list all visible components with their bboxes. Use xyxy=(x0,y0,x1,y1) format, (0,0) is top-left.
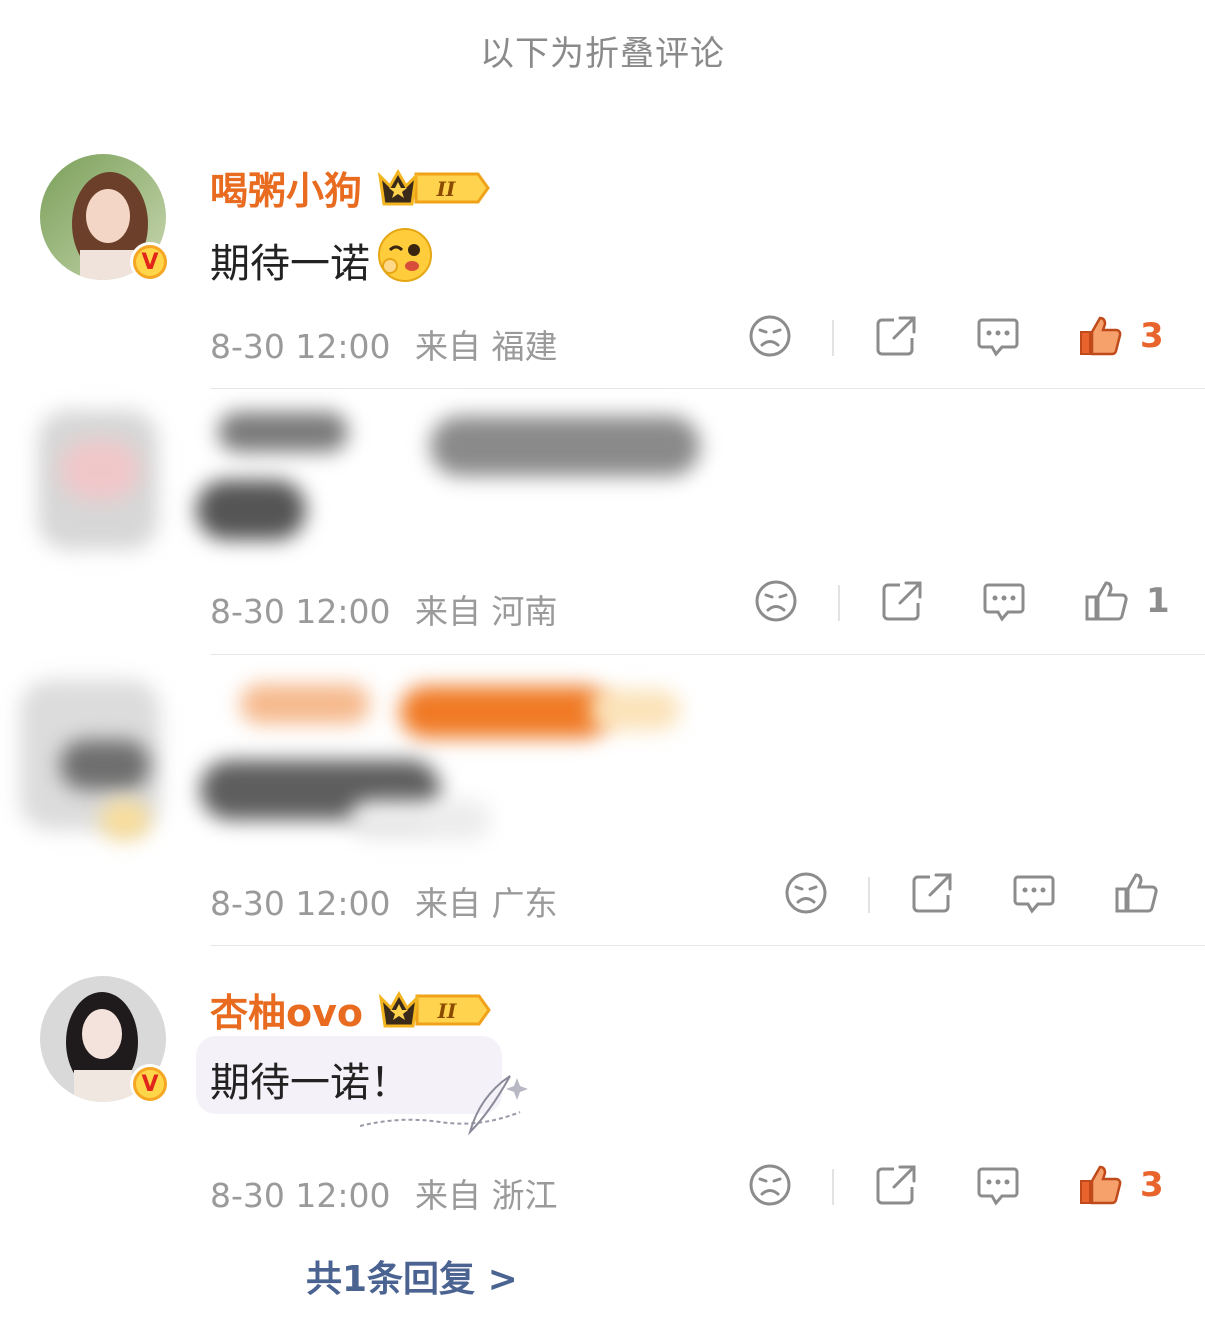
comment-button[interactable] xyxy=(976,314,1020,358)
like-button[interactable] xyxy=(1114,871,1176,915)
level-badge: II xyxy=(437,999,457,1023)
level-badge: II xyxy=(436,177,456,201)
view-replies-link[interactable]: 共1条回复 > xyxy=(306,1250,518,1302)
thumbs-up-icon xyxy=(1080,316,1122,356)
sad-face-icon xyxy=(785,872,827,914)
comment-divider xyxy=(210,388,1205,389)
dislike-button[interactable] xyxy=(748,1163,792,1207)
action-separator xyxy=(868,877,870,913)
comment-icon xyxy=(983,583,1025,622)
like-button[interactable]: 3 xyxy=(1078,314,1164,358)
wink-emoji-icon xyxy=(376,226,434,294)
action-separator xyxy=(832,1169,834,1205)
dislike-button[interactable] xyxy=(754,579,798,623)
comment-icon xyxy=(977,318,1019,357)
username[interactable]: 喝粥小狗 II xyxy=(210,160,492,215)
comment-button[interactable] xyxy=(982,579,1026,623)
sad-face-icon xyxy=(755,580,797,622)
avatar[interactable]: V xyxy=(40,976,170,1104)
share-icon xyxy=(876,316,916,356)
comment-button[interactable] xyxy=(1012,871,1056,915)
username[interactable]: 杏柚ovo II xyxy=(210,982,493,1037)
folded-comments-header: 以下为折叠评论 xyxy=(480,34,725,74)
share-icon xyxy=(876,1165,916,1205)
comment-text: 期待一诺！ xyxy=(210,1060,410,1106)
like-count: 3 xyxy=(1140,316,1164,356)
thumbs-up-icon xyxy=(1080,1165,1122,1205)
verified-v-icon: V xyxy=(130,242,170,282)
comment-actions: 3 xyxy=(0,314,1205,364)
comment-divider xyxy=(210,654,1205,655)
share-button[interactable] xyxy=(874,314,918,358)
like-count: 3 xyxy=(1140,1165,1164,1205)
crown-icon: II xyxy=(377,988,493,1032)
comment-icon xyxy=(1013,875,1055,914)
avatar[interactable]: V xyxy=(40,154,170,282)
comment-icon xyxy=(977,1167,1019,1206)
comment-actions xyxy=(0,871,1205,921)
crown-icon: II xyxy=(376,166,492,210)
share-button[interactable] xyxy=(874,1163,918,1207)
comment-actions: 3 xyxy=(0,1163,1205,1213)
share-button[interactable] xyxy=(880,579,924,623)
action-separator xyxy=(838,585,840,621)
like-button[interactable]: 3 xyxy=(1078,1163,1164,1207)
share-icon xyxy=(912,873,952,913)
share-button[interactable] xyxy=(910,871,954,915)
like-count: 1 xyxy=(1146,581,1170,621)
sad-face-icon xyxy=(749,315,791,357)
thumbs-up-icon xyxy=(1115,873,1158,913)
dislike-button[interactable] xyxy=(748,314,792,358)
action-separator xyxy=(832,320,834,356)
like-button[interactable]: 1 xyxy=(1084,579,1170,623)
share-icon xyxy=(882,581,922,621)
comment-divider xyxy=(210,945,1205,946)
sad-face-icon xyxy=(749,1164,791,1206)
comment-actions: 1 xyxy=(0,579,1205,629)
comment-button[interactable] xyxy=(976,1163,1020,1207)
verified-v-icon: V xyxy=(130,1064,170,1104)
comment-text: 期待一诺 xyxy=(210,226,434,294)
comment-list: 以下为折叠评论 V 喝粥小狗 II 期待一诺 8-30 12:00 来自 福建 … xyxy=(0,0,1205,1325)
thumbs-up-icon xyxy=(1085,581,1128,621)
dislike-button[interactable] xyxy=(784,871,828,915)
